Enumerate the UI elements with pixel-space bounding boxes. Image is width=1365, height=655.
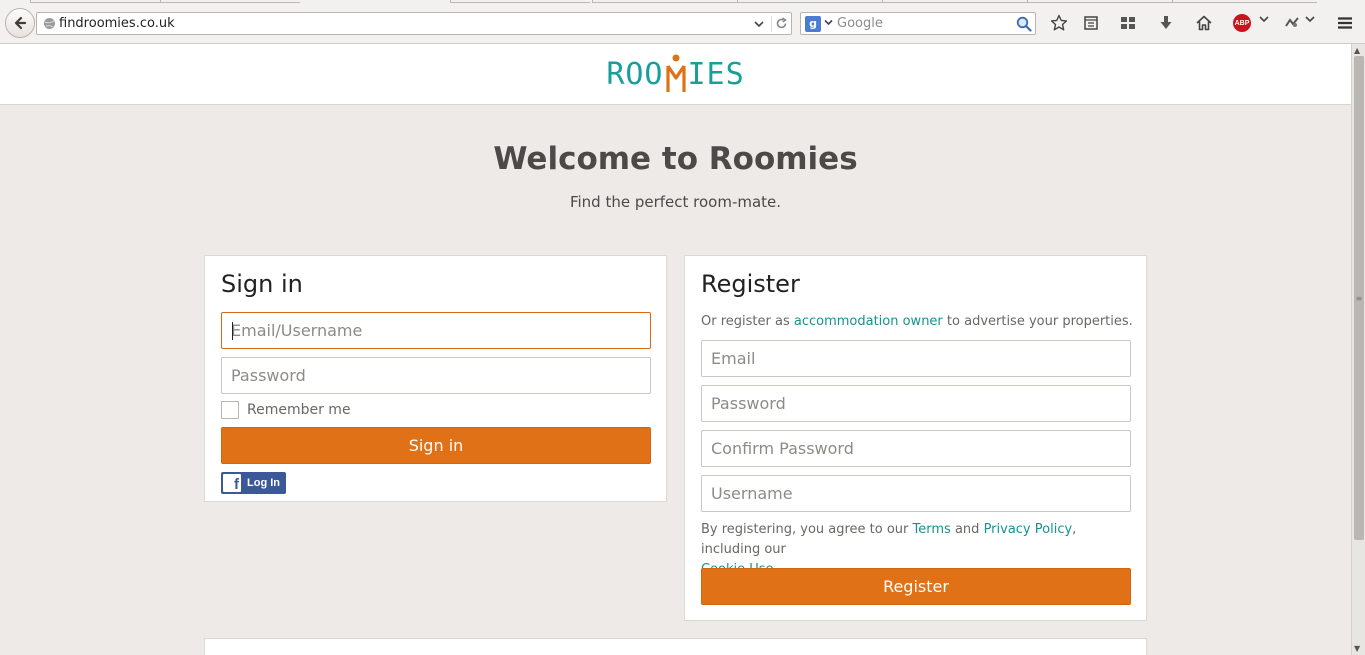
scrollbar-thumb[interactable]: ≡ (1354, 56, 1364, 540)
register-password-field[interactable] (701, 385, 1131, 422)
signin-card: Sign in Remember me Sign in f Log In (204, 255, 667, 502)
chevron-down-icon[interactable] (1305, 15, 1315, 26)
download-icon[interactable] (1155, 12, 1177, 34)
url-bar[interactable]: findroomies.co.uk (36, 12, 792, 35)
chevron-down-icon[interactable] (1259, 15, 1269, 26)
back-button[interactable] (5, 8, 35, 38)
register-intro-text-end: to advertise your properties. (942, 314, 1133, 329)
signin-button[interactable]: Sign in (221, 427, 651, 464)
terms-link[interactable]: Terms (913, 522, 951, 537)
tab[interactable] (737, 0, 882, 3)
roomies-logo[interactable]: ROO IES (606, 54, 744, 94)
bookmark-star-icon[interactable] (1048, 12, 1070, 34)
page-scrollbar[interactable]: ▲ ≡ ▼ (1351, 44, 1365, 655)
remember-me[interactable]: Remember me (221, 401, 351, 419)
google-icon[interactable]: g (805, 15, 821, 32)
page-title: Welcome to Roomies (493, 141, 858, 177)
terms-text-and: and (950, 522, 984, 537)
search-placeholder[interactable]: Google (837, 16, 1015, 31)
site-header: ROO IES (0, 44, 1351, 105)
tab-groups-icon[interactable] (1117, 12, 1139, 34)
terms-text: By registering, you agree to our (701, 522, 913, 537)
register-confirm-password-input[interactable] (711, 431, 1130, 466)
register-card: Register Or register as accommodation ow… (684, 255, 1147, 621)
logo-text-right: IES (687, 56, 745, 92)
menu-icon[interactable] (1334, 12, 1356, 34)
page-subtitle: Find the perfect room-mate. (569, 193, 782, 211)
search-icon[interactable] (1015, 15, 1033, 33)
next-section-card (204, 638, 1147, 655)
search-bar[interactable]: g Google (800, 12, 1036, 35)
tab[interactable] (1027, 0, 1172, 3)
tab[interactable] (450, 0, 590, 3)
accommodation-owner-link[interactable]: accommodation owner (794, 314, 943, 329)
remember-me-label[interactable]: Remember me (247, 402, 351, 418)
signin-password-input[interactable] (231, 358, 650, 393)
url-text[interactable]: findroomies.co.uk (59, 16, 751, 31)
text-cursor (232, 322, 233, 340)
tab[interactable] (160, 0, 300, 3)
facebook-login-label: Log In (247, 477, 280, 489)
signin-email-input[interactable] (231, 313, 650, 348)
register-email-field[interactable] (701, 340, 1131, 377)
chevron-down-icon[interactable] (824, 19, 833, 29)
register-email-input[interactable] (711, 341, 1130, 376)
register-username-input[interactable] (711, 476, 1130, 511)
facebook-icon: f (223, 474, 241, 492)
home-icon[interactable] (1193, 12, 1215, 34)
logo-figure-icon (665, 54, 686, 92)
back-arrow-icon (14, 16, 27, 30)
reload-icon[interactable] (771, 15, 791, 32)
register-intro: Or register as accommodation owner to ad… (701, 312, 1141, 332)
facebook-login-button[interactable]: f Log In (221, 472, 286, 494)
globe-icon (41, 16, 57, 32)
chevron-down-icon[interactable] (751, 16, 767, 32)
signin-password-field[interactable] (221, 357, 651, 394)
register-password-input[interactable] (711, 386, 1130, 421)
adblock-icon[interactable]: ABP (1233, 14, 1251, 32)
tab[interactable] (30, 0, 160, 3)
register-confirm-password-field[interactable] (701, 430, 1131, 467)
tab-strip (0, 0, 1365, 3)
signin-email-field[interactable] (221, 312, 651, 349)
extension-icon[interactable] (1281, 12, 1303, 34)
logo-text-left: ROO (606, 56, 664, 92)
reading-list-icon[interactable] (1080, 12, 1102, 34)
browser-toolbar: findroomies.co.uk g Google ABP (0, 0, 1365, 44)
register-intro-text: Or register as (701, 314, 794, 329)
tab[interactable] (1172, 0, 1317, 3)
register-username-field[interactable] (701, 475, 1131, 512)
scroll-down-icon[interactable]: ▼ (1354, 644, 1360, 653)
remember-me-checkbox[interactable] (221, 401, 239, 419)
privacy-policy-link[interactable]: Privacy Policy (984, 522, 1073, 537)
tab[interactable] (592, 0, 737, 3)
register-heading: Register (701, 270, 800, 298)
tab[interactable] (882, 0, 1027, 3)
signin-heading: Sign in (221, 270, 303, 298)
scroll-up-icon[interactable]: ▲ (1354, 46, 1360, 55)
register-button[interactable]: Register (701, 568, 1131, 605)
